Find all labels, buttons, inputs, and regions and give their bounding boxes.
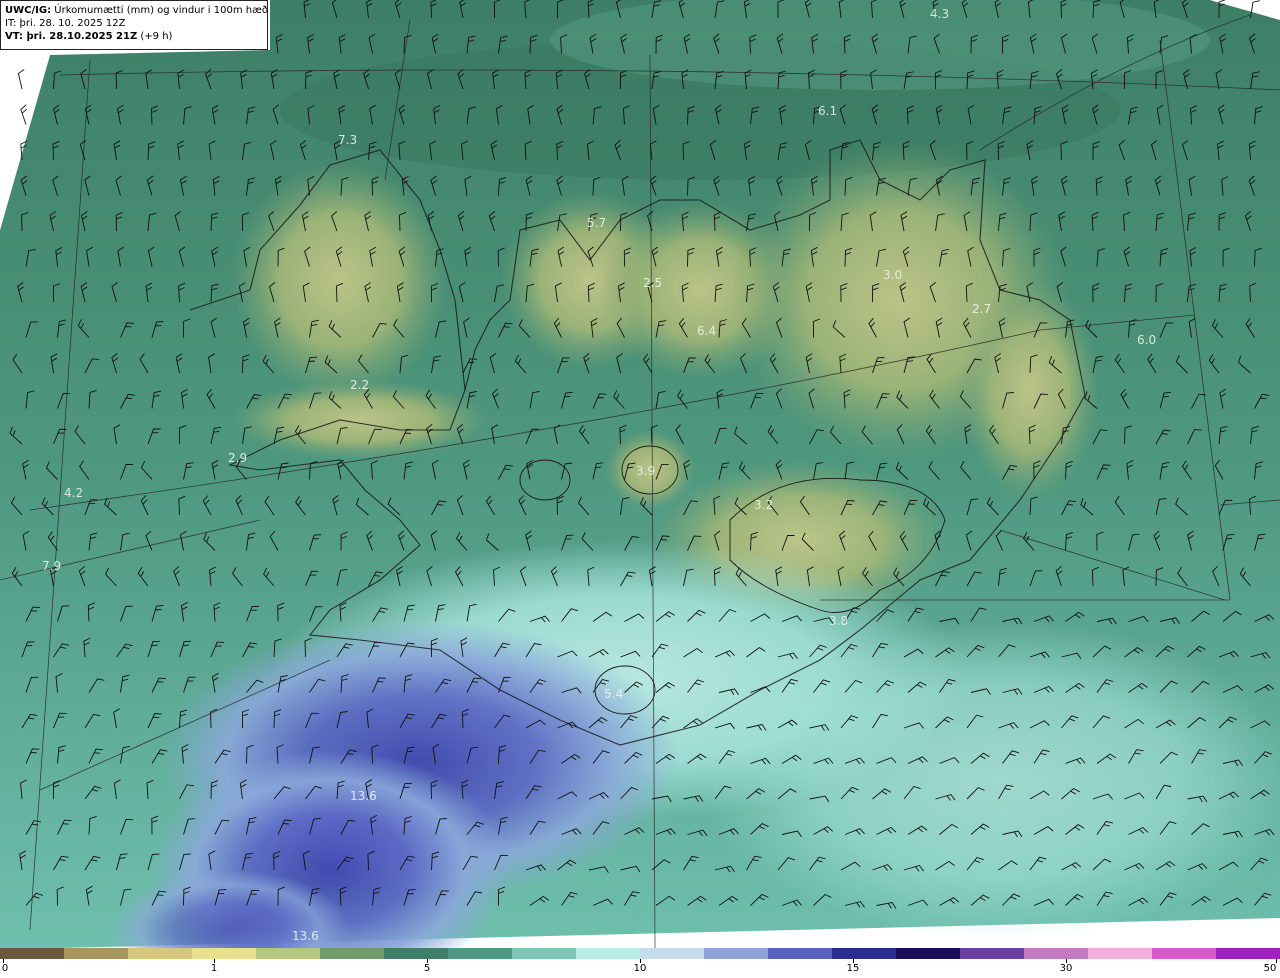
colorbar-segment <box>384 948 449 959</box>
colorbar-segment <box>640 948 705 959</box>
colorbar-segment <box>128 948 193 959</box>
value-label: 3.2 <box>754 498 773 512</box>
value-label: 13.6 <box>350 789 377 803</box>
colorbar-segment <box>320 948 385 959</box>
colorbar-segment <box>896 948 961 959</box>
forecast-offset: (+9 h) <box>140 31 173 42</box>
value-label: 6.0 <box>1137 333 1156 347</box>
colorbar-label: 5 <box>423 963 431 974</box>
value-label: 4.3 <box>930 7 949 21</box>
colorbar-segment <box>960 948 1025 959</box>
value-label: 5.4 <box>604 687 623 701</box>
colorbar-label: 50 <box>1263 963 1277 974</box>
colorbar-label: 30 <box>1059 963 1073 974</box>
value-label: 3.8 <box>829 614 848 628</box>
colorbar-label: 15 <box>846 963 860 974</box>
value-label: 7.9 <box>42 559 61 573</box>
colorbar <box>0 948 1280 959</box>
colorbar-segment <box>448 948 513 959</box>
value-label: 2.7 <box>972 302 991 316</box>
colorbar-segment <box>1088 948 1153 959</box>
field-description: Úrkomumætti (mm) og vindur i 100m hæð <box>54 5 269 16</box>
value-label: 3.9 <box>636 464 655 478</box>
colorbar-label: 10 <box>633 963 647 974</box>
colorbar-segment <box>576 948 641 959</box>
colorbar-segment <box>256 948 321 959</box>
initial-time: IT: þri. 28. 10. 2025 12Z <box>5 18 126 29</box>
colorbar-segment <box>768 948 833 959</box>
value-label: 6.4 <box>697 324 716 338</box>
colorbar-segment <box>512 948 577 959</box>
value-label: 6.1 <box>818 104 837 118</box>
colorbar-segment <box>64 948 129 959</box>
value-label: 13.6 <box>292 929 319 943</box>
map-canvas: 4.3 6.1 7.3 5.7 2.5 3.0 2.7 6.0 6.4 2.2 … <box>0 0 1280 948</box>
colorbar-segment <box>704 948 769 959</box>
value-label: 7.3 <box>338 133 357 147</box>
value-label: 3.0 <box>883 268 902 282</box>
colorbar-label: 1 <box>210 963 218 974</box>
value-label: 4.2 <box>64 486 83 500</box>
colorbar-label: 0 <box>1 963 9 974</box>
value-label: 5.7 <box>587 216 606 230</box>
colorbar-segment <box>1216 948 1280 959</box>
product-code: UWC/IG: <box>5 5 52 16</box>
colorbar-segment <box>0 948 65 959</box>
colorbar-segment <box>1024 948 1089 959</box>
colorbar-ticks: 0 1 5 10 15 30 50 <box>0 959 1280 978</box>
colorbar-segment <box>192 948 257 959</box>
colorbar-segment <box>832 948 897 959</box>
colorbar-segment <box>1152 948 1217 959</box>
value-label: 2.2 <box>350 378 369 392</box>
value-label: 2.5 <box>643 276 662 290</box>
weather-map[interactable]: 4.3 6.1 7.3 5.7 2.5 3.0 2.7 6.0 6.4 2.2 … <box>0 0 1280 948</box>
valid-time: VT: þri. 28.10.2025 21Z <box>5 31 138 42</box>
value-label: 2.9 <box>228 451 247 465</box>
map-info-box: UWC/IG: Úrkomumætti (mm) og vindur i 100… <box>0 0 268 50</box>
